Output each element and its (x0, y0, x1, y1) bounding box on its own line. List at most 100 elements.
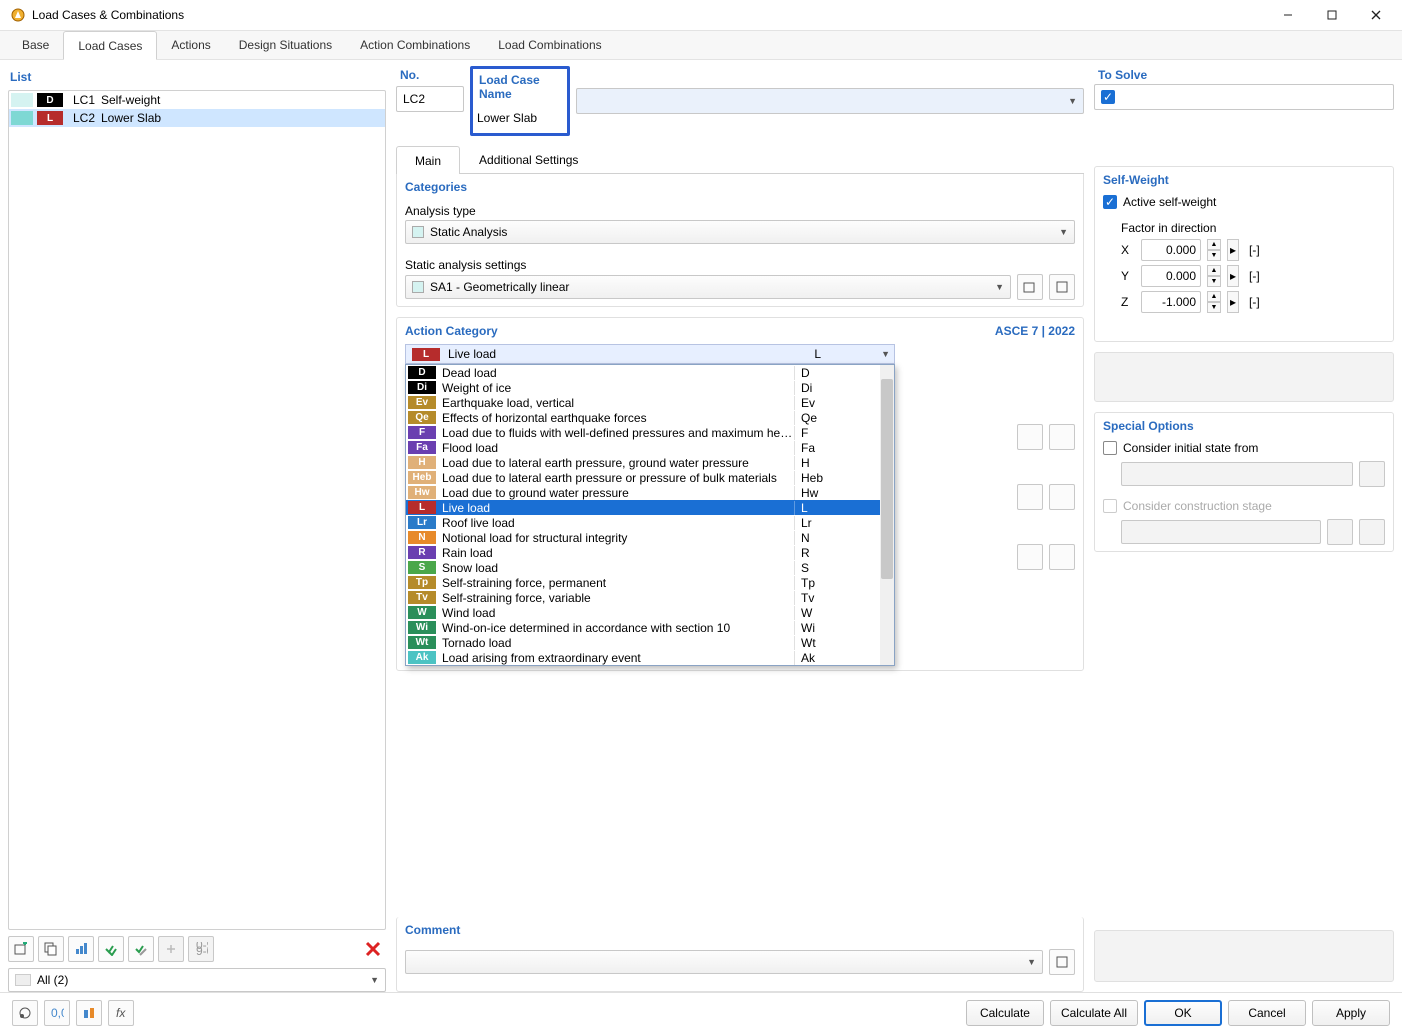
category-badge: F (408, 426, 436, 439)
graph-button[interactable] (68, 936, 94, 962)
unit-menu[interactable]: ▸ (1227, 291, 1239, 313)
uncheck-all-button[interactable] (128, 936, 154, 962)
action-category-option[interactable]: Di Weight of ice Di (406, 380, 894, 395)
help-button[interactable] (12, 1000, 38, 1026)
aux-new-3[interactable] (1017, 544, 1043, 570)
tab-actions[interactable]: Actions (157, 31, 224, 59)
action-category-option[interactable]: L Live load L (406, 500, 894, 515)
copy-button[interactable] (38, 936, 64, 962)
action-category-option[interactable]: Tp Self-straining force, permanent Tp (406, 575, 894, 590)
minimize-button[interactable] (1266, 1, 1310, 29)
action-category-option[interactable]: H Load due to lateral earth pressure, gr… (406, 455, 894, 470)
aux-edit-1[interactable] (1049, 424, 1075, 450)
action-category-option[interactable]: Heb Load due to lateral earth pressure o… (406, 470, 894, 485)
category-badge: S (408, 561, 436, 574)
construction-stage-label: Consider construction stage (1123, 499, 1272, 513)
initial-state-edit-button[interactable] (1359, 461, 1385, 487)
tab-action-combinations[interactable]: Action Combinations (346, 31, 484, 59)
spinner[interactable]: ▲▼ (1207, 239, 1221, 261)
initial-state-select[interactable] (1121, 462, 1353, 486)
factor-row-y: Y ▲▼ ▸ [-] (1121, 265, 1385, 287)
cancel-button[interactable]: Cancel (1228, 1000, 1306, 1026)
maximize-button[interactable] (1310, 1, 1354, 29)
action-category-option[interactable]: W Wind load W (406, 605, 894, 620)
units-button[interactable]: 0,00 (44, 1000, 70, 1026)
aux-edit-3[interactable] (1049, 544, 1075, 570)
load-case-list[interactable]: D LC1 Self-weight L LC2 Lower Slab (8, 90, 386, 930)
new-settings-button[interactable] (1017, 274, 1043, 300)
construction-stage-checkbox (1103, 499, 1117, 513)
unit-menu[interactable]: ▸ (1227, 239, 1239, 261)
special-options-title: Special Options (1103, 419, 1194, 433)
tab-base[interactable]: Base (8, 31, 63, 59)
action-category-select[interactable]: L Live load L ▼ (405, 344, 895, 364)
initial-state-checkbox[interactable] (1103, 441, 1117, 455)
load-case-name-select[interactable]: ▼ (576, 88, 1084, 114)
action-category-option[interactable]: R Rain load R (406, 545, 894, 560)
static-settings-select[interactable]: SA1 - Geometrically linear ▼ (405, 275, 1011, 299)
action-category-option[interactable]: F Load due to fluids with well-defined p… (406, 425, 894, 440)
list-item[interactable]: D LC1 Self-weight (9, 91, 385, 109)
scrollbar-thumb[interactable] (881, 379, 893, 579)
action-category-option[interactable]: Lr Roof live load Lr (406, 515, 894, 530)
comment-select[interactable]: ▼ (405, 950, 1043, 974)
tab-load-combinations[interactable]: Load Combinations (484, 31, 615, 59)
delete-button[interactable] (360, 936, 386, 962)
factor-input-x[interactable] (1141, 239, 1201, 261)
to-solve-checkbox[interactable]: ✓ (1101, 90, 1115, 104)
action-category-dropdown[interactable]: D Dead load DDi Weight of ice DiEv Earth… (405, 364, 895, 666)
action-category-option[interactable]: Ak Load arising from extraordinary event… (406, 650, 894, 665)
spinner[interactable]: ▲▼ (1207, 291, 1221, 313)
empty-panel (1094, 352, 1394, 402)
sort-button[interactable]: 0-99-0 (188, 936, 214, 962)
edit-settings-button[interactable] (1049, 274, 1075, 300)
analysis-type-select[interactable]: Static Analysis ▼ (405, 220, 1075, 244)
action-category-option[interactable]: Tv Self-straining force, variable Tv (406, 590, 894, 605)
no-input[interactable]: LC2 (396, 86, 464, 112)
spinner[interactable]: ▲▼ (1207, 265, 1221, 287)
calculate-button[interactable]: Calculate (966, 1000, 1044, 1026)
tab-design-situations[interactable]: Design Situations (225, 31, 346, 59)
dropdown-scrollbar[interactable] (880, 365, 894, 665)
new-button[interactable] (8, 936, 34, 962)
action-category-option[interactable]: D Dead load D (406, 365, 894, 380)
aux-new-1[interactable] (1017, 424, 1043, 450)
apply-button[interactable]: Apply (1312, 1000, 1390, 1026)
action-category-code: ASCE 7 | 2022 (995, 324, 1075, 338)
unit-menu[interactable]: ▸ (1227, 265, 1239, 287)
script-button[interactable]: fx (108, 1000, 134, 1026)
tab-main[interactable]: Main (396, 146, 460, 174)
factor-input-y[interactable] (1141, 265, 1201, 287)
check-all-button[interactable] (98, 936, 124, 962)
option-symbol: L (794, 501, 894, 515)
action-category-option[interactable]: Wt Tornado load Wt (406, 635, 894, 650)
category-badge: N (408, 531, 436, 544)
tab-load-cases[interactable]: Load Cases (63, 31, 157, 60)
move-button[interactable] (158, 936, 184, 962)
option-symbol: R (794, 546, 894, 560)
action-category-option[interactable]: Qe Effects of horizontal earthquake forc… (406, 410, 894, 425)
close-button[interactable] (1354, 1, 1398, 29)
comment-edit-button[interactable] (1049, 949, 1075, 975)
active-self-weight-checkbox[interactable]: ✓ (1103, 195, 1117, 209)
action-category-option[interactable]: Hw Load due to ground water pressure Hw (406, 485, 894, 500)
category-badge: Wi (408, 621, 436, 634)
action-category-option[interactable]: N Notional load for structural integrity… (406, 530, 894, 545)
list-filter-select[interactable]: All (2) ▼ (8, 968, 386, 992)
action-category-option[interactable]: S Snow load S (406, 560, 894, 575)
action-category-option[interactable]: Fa Flood load Fa (406, 440, 894, 455)
action-category-option[interactable]: Wi Wind-on-ice determined in accordance … (406, 620, 894, 635)
aux-new-2[interactable] (1017, 484, 1043, 510)
tab-additional-settings[interactable]: Additional Settings (460, 146, 597, 173)
aux-edit-2[interactable] (1049, 484, 1075, 510)
category-badge: H (408, 456, 436, 469)
svg-text:0,00: 0,00 (51, 1006, 64, 1020)
ok-button[interactable]: OK (1144, 1000, 1222, 1026)
action-category-option[interactable]: Ev Earthquake load, vertical Ev (406, 395, 894, 410)
model-button[interactable] (76, 1000, 102, 1026)
list-item[interactable]: L LC2 Lower Slab (9, 109, 385, 127)
top-tabbar: BaseLoad CasesActionsDesign SituationsAc… (0, 30, 1402, 60)
to-solve-field: ✓ (1094, 84, 1394, 110)
factor-input-z[interactable] (1141, 291, 1201, 313)
calculate-all-button[interactable]: Calculate All (1050, 1000, 1138, 1026)
